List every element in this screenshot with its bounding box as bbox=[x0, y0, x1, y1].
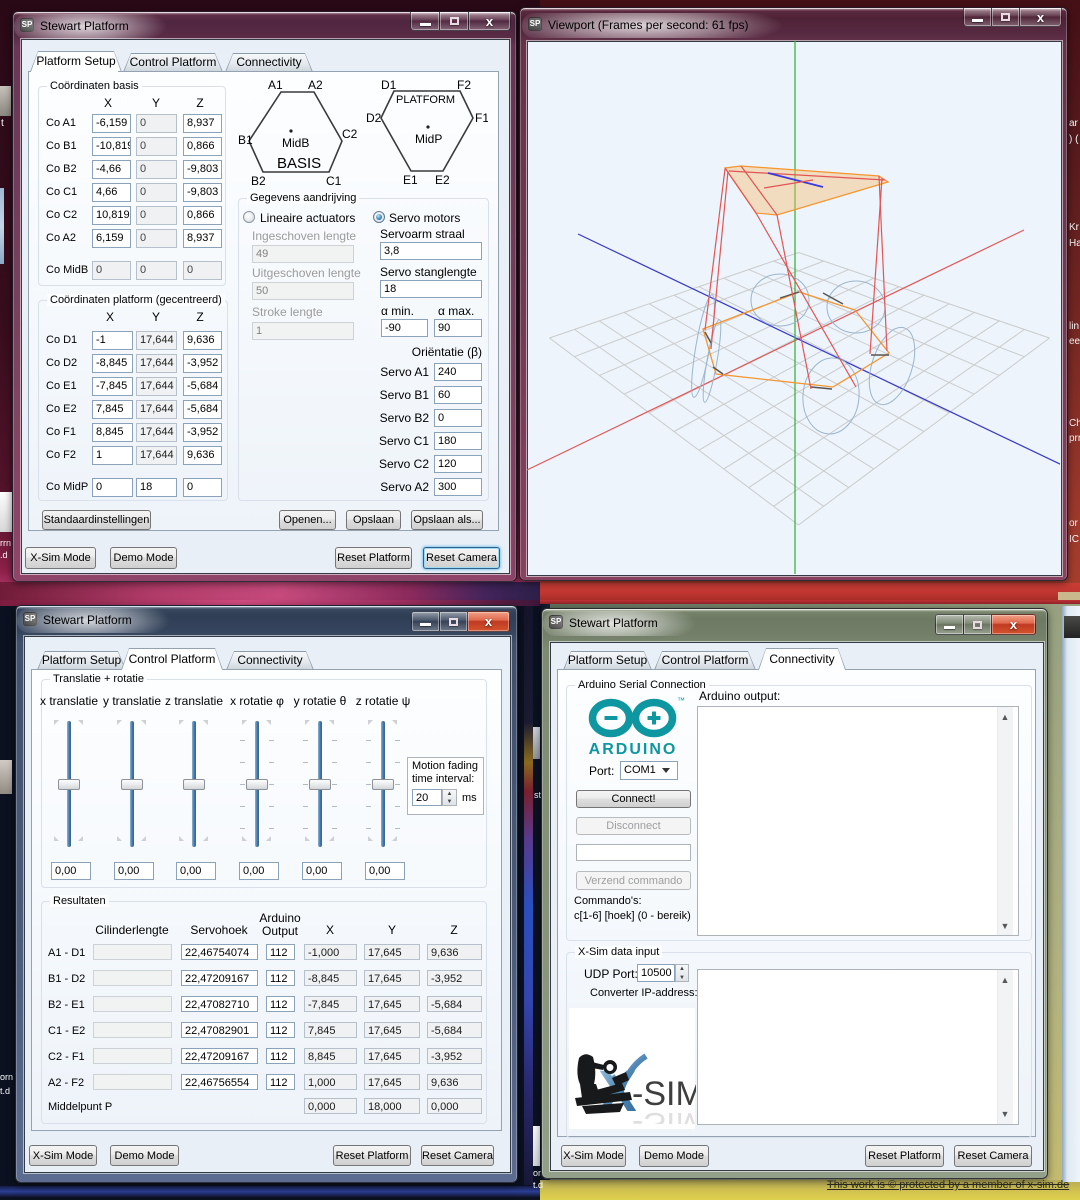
svg-text:MidP: MidP bbox=[415, 132, 442, 146]
svg-text:D2: D2 bbox=[366, 111, 382, 125]
svg-text:-SIM: -SIM bbox=[632, 1105, 696, 1124]
svg-text:A1: A1 bbox=[268, 78, 283, 92]
svg-text:ARDUINO: ARDUINO bbox=[589, 741, 678, 758]
svg-text:MidB: MidB bbox=[282, 136, 309, 150]
svg-text:D1: D1 bbox=[381, 78, 397, 92]
svg-text:C2: C2 bbox=[342, 127, 358, 141]
svg-text:A2: A2 bbox=[308, 78, 323, 92]
svg-text:F1: F1 bbox=[475, 111, 488, 125]
svg-text:C1: C1 bbox=[326, 174, 342, 188]
svg-text:™: ™ bbox=[677, 696, 685, 705]
svg-text:PLATFORM: PLATFORM bbox=[396, 94, 455, 106]
svg-text:B1: B1 bbox=[238, 133, 253, 147]
svg-text:E1: E1 bbox=[403, 173, 418, 187]
svg-text:BASIS: BASIS bbox=[277, 155, 321, 172]
svg-text:E2: E2 bbox=[435, 173, 450, 187]
svg-text:F2: F2 bbox=[457, 78, 471, 92]
svg-text:B2: B2 bbox=[251, 174, 266, 188]
